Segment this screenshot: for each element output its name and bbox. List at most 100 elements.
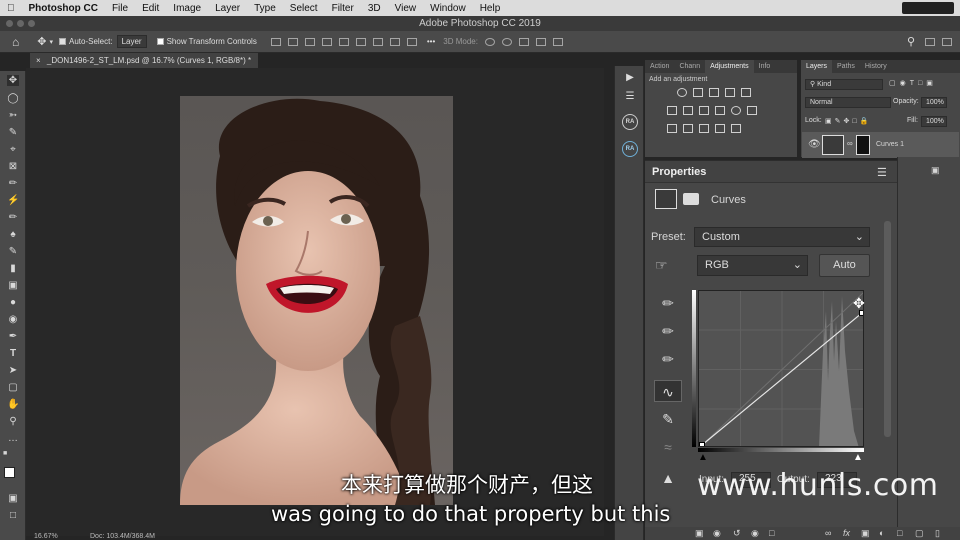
quick-select-tool-icon[interactable]: ✎ xyxy=(7,127,19,138)
brush-tool-icon[interactable]: ✏ xyxy=(7,212,19,223)
align-hcenter-icon[interactable] xyxy=(338,37,349,46)
quick-mask-icon[interactable]: ▣ xyxy=(7,493,19,504)
more-tools-icon[interactable]: … xyxy=(7,433,19,444)
clip-to-layer-icon[interactable]: ▣ xyxy=(695,528,704,539)
layer-row-curves-1[interactable]: 👁 ∞ Curves 1 xyxy=(802,132,959,158)
fill-input[interactable]: 100% xyxy=(921,116,947,127)
layer-mask-thumbnail[interactable] xyxy=(856,135,870,155)
auto-button[interactable]: Auto xyxy=(819,254,870,277)
3d-rotate-icon[interactable] xyxy=(484,37,495,46)
invert-icon[interactable] xyxy=(667,124,677,133)
eye-icon[interactable]: 👁 xyxy=(808,139,821,150)
type-tool-icon[interactable]: T xyxy=(7,348,19,359)
pencil-draw-icon[interactable]: ✎ xyxy=(654,408,682,430)
properties-scrollbar[interactable] xyxy=(884,221,891,437)
3d-slide-icon[interactable] xyxy=(535,37,546,46)
crop-tool-icon[interactable]: ⌖ xyxy=(7,144,19,155)
tab-adjustments[interactable]: Adjustments xyxy=(705,60,754,73)
color-balance-icon[interactable] xyxy=(683,106,693,115)
eraser-tool-icon[interactable]: ▮ xyxy=(7,263,19,274)
3d-scale-icon[interactable] xyxy=(552,37,563,46)
menu-layer[interactable]: Layer xyxy=(208,3,247,14)
rectangle-tool-icon[interactable]: ▢ xyxy=(7,382,19,393)
menu-window[interactable]: Window xyxy=(423,3,473,14)
apple-icon[interactable]:  xyxy=(0,3,22,14)
menu-filter[interactable]: Filter xyxy=(325,3,361,14)
preset-dropdown[interactable]: Custom ⌄ xyxy=(694,227,870,247)
tab-channels[interactable]: Chann xyxy=(674,60,705,73)
document-size[interactable]: Doc: 103.4M/368.4M xyxy=(90,533,155,540)
channel-dropdown[interactable]: RGB ⌄ xyxy=(697,255,808,276)
actions-strip-icon[interactable]: ▶ xyxy=(622,72,638,86)
mask-icon[interactable] xyxy=(683,193,699,205)
path-select-tool-icon[interactable]: ➤ xyxy=(7,365,19,376)
exposure-icon[interactable] xyxy=(725,88,735,97)
black-point-eyedropper-icon[interactable]: ✏ xyxy=(654,292,682,314)
document-tab[interactable]: × _DON1496-2_ST_LM.psd @ 16.7% (Curves 1… xyxy=(30,53,258,68)
new-layer-icon[interactable]: ▢ xyxy=(915,528,924,539)
menu-help[interactable]: Help xyxy=(473,3,508,14)
white-point-eyedropper-icon[interactable]: ✏ xyxy=(654,348,682,370)
auto-select-checkbox[interactable]: Auto-Select: xyxy=(58,37,113,46)
menu-image[interactable]: Image xyxy=(166,3,208,14)
lasso-tool-icon[interactable]: ➳ xyxy=(7,110,19,121)
add-mask-icon[interactable]: ▣ xyxy=(861,528,870,539)
screen-mode-icon[interactable]: □ xyxy=(7,510,19,521)
distribute-center-icon[interactable] xyxy=(389,37,400,46)
menu-app[interactable]: Photoshop CC xyxy=(22,3,105,14)
more-options-icon[interactable]: ••• xyxy=(427,37,435,46)
trash-icon[interactable]: ▯ xyxy=(935,528,940,539)
history-brush-tool-icon[interactable]: ✎ xyxy=(7,246,19,257)
curves-icon[interactable] xyxy=(709,88,719,97)
link-layers-icon[interactable]: ∞ xyxy=(825,528,831,538)
levels-icon[interactable] xyxy=(693,88,703,97)
curve-point-black[interactable] xyxy=(699,442,705,448)
blur-tool-icon[interactable]: ● xyxy=(7,297,19,308)
reset-icon[interactable]: ↺ xyxy=(733,528,741,539)
pen-tool-icon[interactable]: ✒ xyxy=(7,331,19,342)
opacity-input[interactable]: 100% xyxy=(921,97,947,108)
visibility-icon[interactable]: ◉ xyxy=(751,528,759,539)
zoom-window-button[interactable] xyxy=(28,20,35,27)
white-slider-icon[interactable]: ▲ xyxy=(853,452,863,463)
search-icon[interactable]: ⚲ xyxy=(907,35,915,48)
marquee-tool-icon[interactable]: ◯ xyxy=(7,93,19,104)
home-icon[interactable]: ⌂ xyxy=(12,35,19,49)
ra-plugin-button[interactable]: RA xyxy=(622,114,638,130)
fx-icon[interactable]: fx xyxy=(843,528,850,538)
layer-name[interactable]: Curves 1 xyxy=(876,141,904,148)
distribute-top-icon[interactable] xyxy=(372,37,383,46)
workspace-icon[interactable] xyxy=(925,37,935,46)
menu-select[interactable]: Select xyxy=(283,3,325,14)
default-colors-icon[interactable]: ■ xyxy=(3,450,7,457)
canvas-photo[interactable] xyxy=(180,96,453,505)
tab-history[interactable]: History xyxy=(860,60,892,73)
menu-type[interactable]: Type xyxy=(247,3,283,14)
curve-point-tool-icon[interactable]: ∿ xyxy=(654,380,682,402)
curves-graph[interactable] xyxy=(698,290,864,447)
posterize-icon[interactable] xyxy=(683,124,693,133)
new-group-icon[interactable]: □ xyxy=(897,528,902,538)
menu-3d[interactable]: 3D xyxy=(361,3,388,14)
clipping-warning-icon[interactable]: ▲ xyxy=(654,467,682,489)
filter-icons[interactable]: ▢◉T□▣ xyxy=(889,79,937,87)
close-tab-icon[interactable]: × xyxy=(36,56,41,65)
photo-filter-icon[interactable] xyxy=(715,106,725,115)
new-adjustment-icon[interactable]: ◐ xyxy=(879,528,884,538)
targeted-adjustment-icon[interactable]: ☞ xyxy=(655,257,668,274)
hand-tool-icon[interactable]: ✋ xyxy=(7,399,19,410)
zoom-level[interactable]: 16.67% xyxy=(34,533,58,540)
close-window-button[interactable] xyxy=(6,20,13,27)
gradient-map-icon[interactable] xyxy=(715,124,725,133)
move-tool-icon[interactable]: ✥ xyxy=(7,75,19,86)
align-top-icon[interactable] xyxy=(270,37,281,46)
smooth-curve-icon[interactable]: ≈ xyxy=(654,436,682,458)
lock-icons[interactable]: ▣✎✥□🔒 xyxy=(825,117,871,125)
minimize-window-button[interactable] xyxy=(17,20,24,27)
move-tool-icon[interactable]: ✥ xyxy=(37,35,46,48)
foreground-color-swatch[interactable] xyxy=(4,467,15,478)
show-transform-checkbox[interactable]: Show Transform Controls xyxy=(156,37,257,46)
share-icon[interactable] xyxy=(942,37,952,46)
tab-layers[interactable]: Layers xyxy=(801,60,833,73)
tab-info[interactable]: Info xyxy=(754,60,776,73)
